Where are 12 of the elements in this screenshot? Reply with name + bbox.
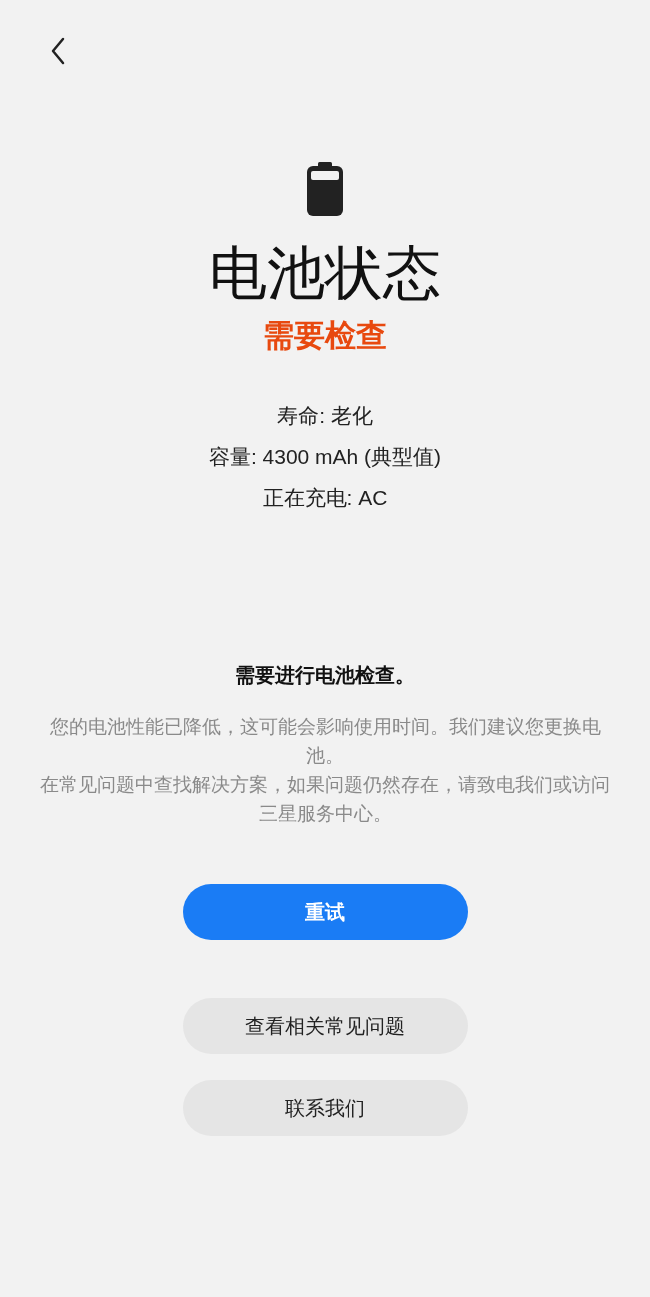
action-button[interactable]: 查看相关常见问题 <box>182 998 468 1054</box>
page-title: 电池状态 <box>209 239 441 307</box>
battery-icon <box>307 162 343 216</box>
status-text: 需要检查 <box>263 317 387 355</box>
action-button[interactable]: 联系我们 <box>182 1080 468 1136</box>
detail-text: 容量: 4300 mAh (典型值) <box>208 444 442 470</box>
message-paragraph: 在常见问题中查找解决方案，如果问题仍然存在，请致电我们或访问三星服务中心。 <box>40 773 610 826</box>
message-paragraph: 您的电池性能已降低，这可能会影响使用时间。我们建议您更换电池。 <box>48 715 602 768</box>
detail-text: 寿命: 老化 <box>277 403 373 429</box>
message-heading: 需要进行电池检查。 <box>235 663 415 688</box>
detail-text: 正在充电: AC <box>262 485 388 511</box>
retry-button[interactable]: 重试 <box>182 884 468 940</box>
